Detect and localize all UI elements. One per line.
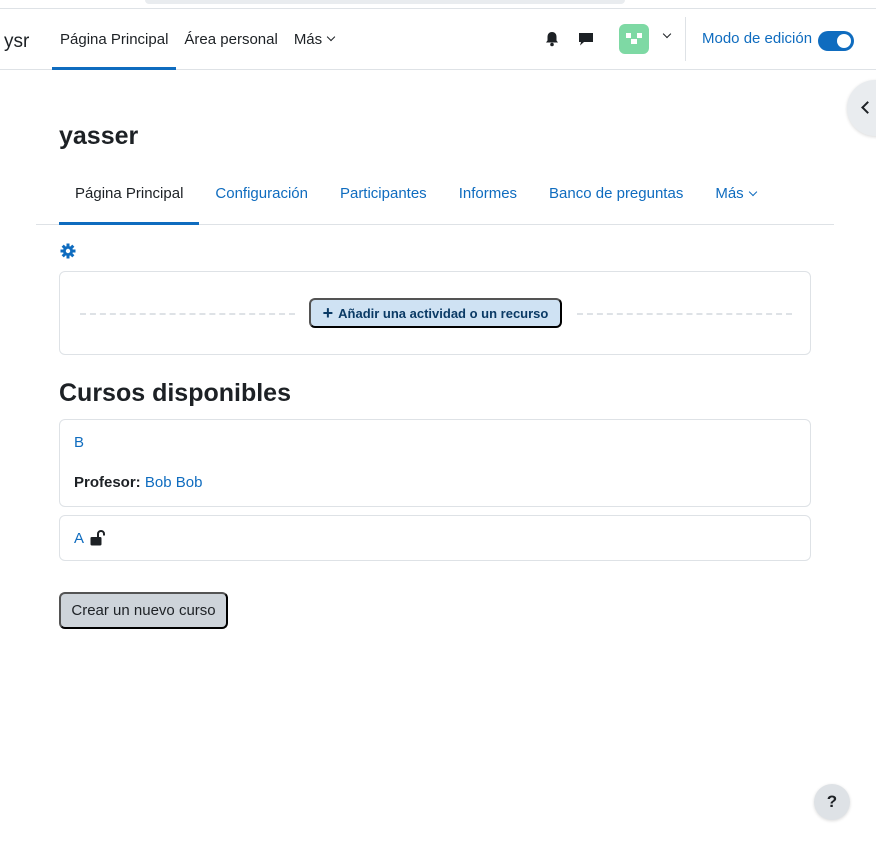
toggle-knob — [837, 34, 851, 48]
page-title: yasser — [59, 122, 139, 150]
tab-home-label: Página Principal — [75, 185, 184, 202]
browser-tab-edge — [145, 0, 625, 4]
user-menu-chevron-down-icon[interactable] — [662, 29, 672, 39]
tab-participants-label: Participantes — [339, 185, 427, 202]
edit-mode-toggle[interactable] — [818, 31, 854, 51]
create-new-course-button[interactable]: Crear un nuevo curso — [59, 592, 228, 629]
nav-item-dashboard-label: Área personal — [184, 30, 278, 48]
plus-icon: + — [322, 303, 334, 323]
course-card-b: B Profesor: Bob Bob — [59, 419, 811, 507]
user-avatar[interactable] — [619, 24, 649, 54]
messages-chat-icon[interactable] — [576, 29, 596, 49]
nav-item-more[interactable]: Más — [286, 9, 342, 69]
tab-question-bank-label: Banco de preguntas — [549, 185, 684, 202]
edit-mode-label: Modo de edición — [702, 30, 813, 47]
nav-item-home-label: Página Principal — [60, 30, 169, 48]
nav-item-dashboard[interactable]: Área personal — [176, 9, 285, 69]
nav-item-more-label: Más — [293, 30, 323, 48]
nav-item-home[interactable]: Página Principal — [52, 9, 177, 70]
chevron-down-icon — [748, 187, 757, 196]
navbar-divider — [685, 17, 686, 61]
site-brand[interactable]: ysr — [4, 31, 29, 53]
avatar-identicon-icon — [626, 33, 642, 44]
tab-settings-label: Configuración — [215, 185, 308, 202]
teacher-label: Profesor: — [74, 474, 141, 491]
tab-more[interactable]: Más — [699, 163, 771, 224]
chevron-down-icon — [326, 32, 336, 42]
course-link-b[interactable]: B — [74, 434, 84, 451]
open-drawer-button[interactable] — [847, 80, 876, 136]
unlock-icon — [90, 529, 105, 546]
add-activity-label: Añadir una actividad o un recurso — [338, 305, 549, 321]
add-activity-section: + Añadir una actividad o un recurso — [59, 271, 811, 355]
top-navbar: ysr Página Principal Área personal Más M… — [0, 9, 876, 70]
tab-reports[interactable]: Informes — [443, 163, 533, 224]
add-activity-button[interactable]: + Añadir una actividad o un recurso — [309, 298, 562, 328]
secondary-navigation: Página Principal Configuración Participa… — [36, 163, 834, 225]
tab-more-label: Más — [715, 185, 744, 202]
dashed-divider-left — [80, 313, 295, 315]
browser-top-strip — [0, 0, 876, 9]
tab-home[interactable]: Página Principal — [59, 163, 200, 225]
available-courses-title: Cursos disponibles — [59, 379, 291, 407]
help-button[interactable]: ? — [814, 784, 850, 820]
notifications-bell-icon[interactable] — [542, 29, 562, 49]
teacher-name-link[interactable]: Bob Bob — [145, 474, 203, 491]
course-link-a[interactable]: A — [74, 530, 84, 547]
course-card-a: A — [59, 515, 811, 561]
tab-question-bank[interactable]: Banco de preguntas — [533, 163, 699, 224]
gear-icon[interactable] — [60, 243, 76, 259]
tab-settings[interactable]: Configuración — [199, 163, 324, 224]
tab-reports-label: Informes — [458, 185, 518, 202]
primary-navigation: Página Principal Área personal Más — [52, 9, 342, 70]
dashed-divider-right — [577, 313, 792, 315]
chevron-left-icon — [861, 101, 874, 114]
tab-participants[interactable]: Participantes — [324, 163, 443, 224]
course-teacher: Profesor: Bob Bob — [74, 474, 202, 491]
